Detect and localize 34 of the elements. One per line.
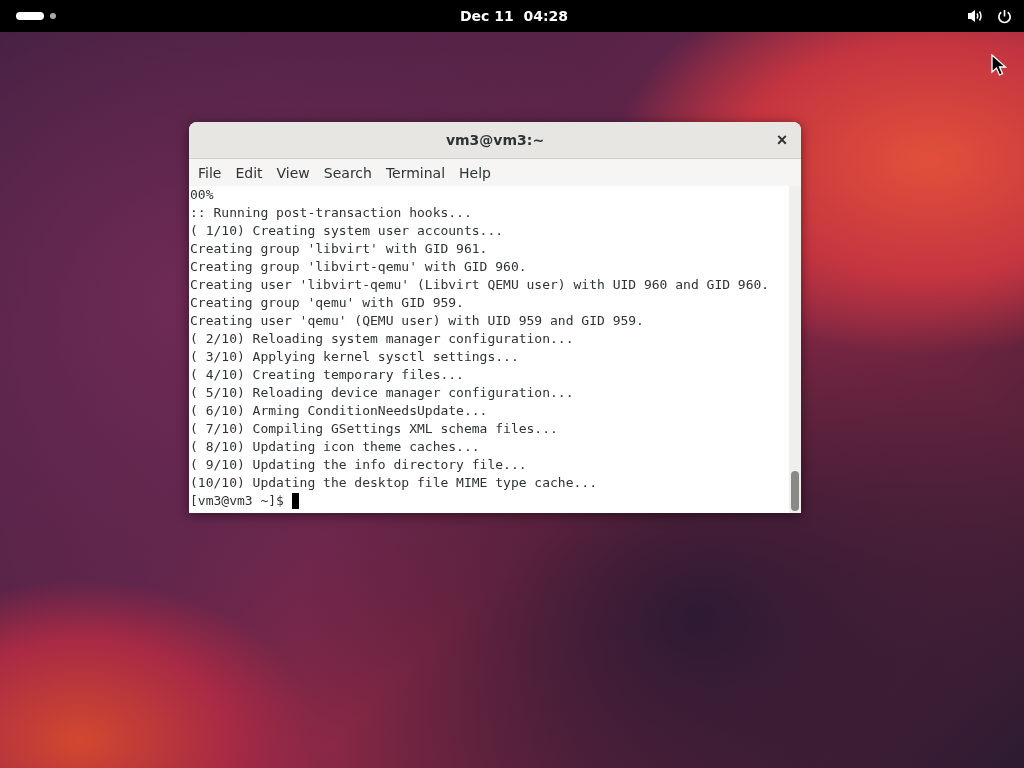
shell-prompt: [vm3@vm3 ~]$ — [190, 492, 284, 510]
scrollbar[interactable] — [789, 186, 801, 513]
terminal-line: :: Running post-transaction hooks... — [190, 204, 473, 222]
workspace-pill-icon[interactable] — [16, 12, 44, 20]
terminal-line: ( 6/10) Arming ConditionNeedsUpdate... — [190, 402, 489, 420]
terminal-line: ( 9/10) Updating the info directory file... — [190, 456, 528, 474]
terminal-line: ( 5/10) Reloading device manager configuration... — [190, 384, 575, 402]
menu-item[interactable]: Help — [452, 164, 498, 181]
terminal-line: (10/10) Updating the desktop file MIME type cache... — [190, 474, 598, 492]
terminal-line: Creating group 'libvirt-qemu' with GID 960. — [190, 258, 528, 276]
window-title: vm3@vm3:~ — [445, 132, 545, 148]
terminal-line: Creating group 'libvirt' with GID 961. — [190, 240, 489, 258]
terminal-line: ( 3/10) Applying kernel sysctl settings... — [190, 348, 520, 366]
menu-item[interactable]: View — [269, 164, 317, 181]
menu-item[interactable]: Search — [316, 164, 379, 181]
terminal-line: Creating user 'qemu' (QEMU user) with UID 959 and GID 959. — [190, 312, 645, 330]
terminal-line: ( 2/10) Reloading system manager configuration... — [190, 330, 575, 348]
power-icon[interactable] — [997, 8, 1012, 24]
menu-item[interactable]: File — [191, 164, 229, 181]
speaker-icon[interactable] — [967, 9, 983, 23]
clock[interactable]: Dec 11 04:28 — [459, 8, 569, 24]
terminal-line: 00% — [190, 186, 215, 204]
terminal-line: Creating group 'qemu' with GID 959. — [190, 294, 465, 312]
menu-item[interactable]: Terminal — [378, 164, 453, 181]
text-cursor — [291, 493, 299, 509]
terminal-line: ( 4/10) Creating temporary files... — [190, 366, 465, 384]
terminal-line: ( 8/10) Updating icon theme caches... — [190, 438, 481, 456]
scrollbar-thumb[interactable] — [791, 471, 799, 511]
close-button[interactable]: × — [771, 129, 793, 151]
terminal-line: ( 7/10) Compiling GSettings XML schema files... — [190, 420, 559, 438]
workspace-dot-icon[interactable] — [50, 13, 56, 19]
terminal-line: Creating user 'libvirt-qemu' (Libvirt QEMU user) with UID 960 and GID 960. — [190, 276, 771, 294]
menu-item[interactable]: Edit — [228, 164, 270, 181]
terminal-line: ( 1/10) Creating system user accounts... — [190, 222, 505, 240]
